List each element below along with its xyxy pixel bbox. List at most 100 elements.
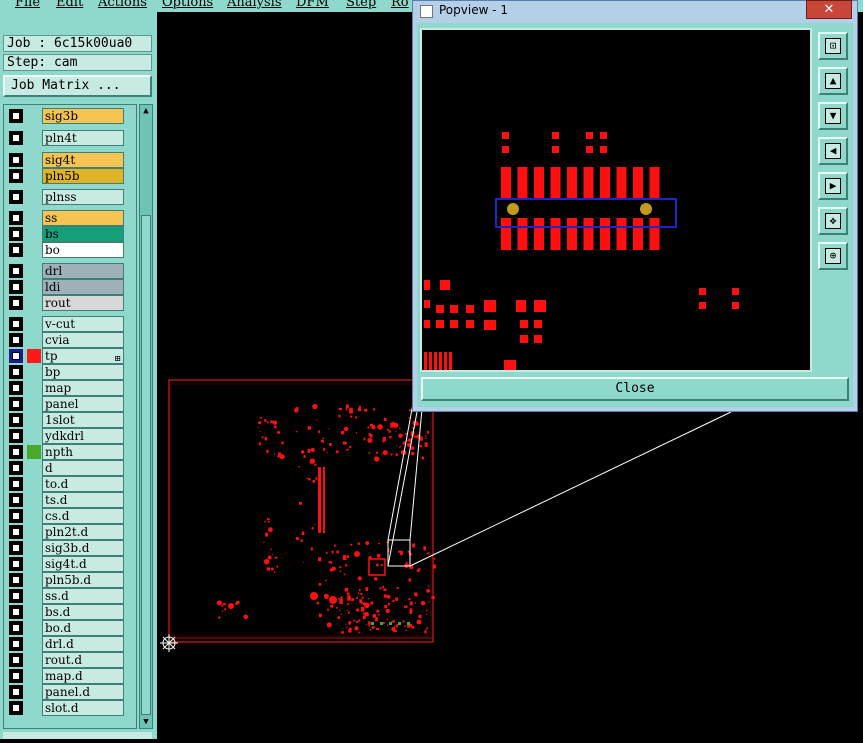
layer-row-ldi[interactable]: ldi [5,279,131,295]
layer-row-sig3b.d[interactable]: sig3b.d [5,540,131,556]
layer-checkbox[interactable] [9,381,23,395]
layer-row-to.d[interactable]: to.d [5,476,131,492]
layer-row-drl.d[interactable]: drl.d [5,636,131,652]
layer-checkbox[interactable] [9,461,23,475]
layer-name[interactable]: cvia [42,332,124,348]
layer-checkbox[interactable] [9,227,23,241]
layer-name[interactable]: pln2t.d [42,524,124,540]
layer-name[interactable]: pln5b.d [42,572,124,588]
layer-checkbox[interactable] [9,429,23,443]
layer-name[interactable]: sig3b.d [42,540,124,556]
layer-checkbox[interactable] [9,413,23,427]
tool-button[interactable]: ▲ [818,67,848,95]
layer-name[interactable]: panel.d [42,684,124,700]
layer-name[interactable]: map [42,380,124,396]
layer-checkbox[interactable] [9,685,23,699]
layer-name[interactable]: rout [42,295,124,311]
layer-checkbox[interactable] [9,589,23,603]
layer-checkbox[interactable] [9,477,23,491]
layer-row-cs.d[interactable]: cs.d [5,508,131,524]
layer-row-ss[interactable]: ss [5,210,131,226]
layer-checkbox[interactable] [9,264,23,278]
menu-actions[interactable]: Actions [98,0,147,10]
layer-name[interactable]: pln4t [42,130,124,146]
layer-name[interactable]: drl.d [42,636,124,652]
scroll-thumb[interactable] [141,215,151,715]
layer-checkbox[interactable] [9,653,23,667]
layer-name[interactable]: rout.d [42,652,124,668]
layer-row-ss.d[interactable]: ss.d [5,588,131,604]
layer-name[interactable]: ss.d [42,588,124,604]
layer-row-bp[interactable]: bp [5,364,131,380]
layer-name[interactable]: cs.d [42,508,124,524]
layer-row-1slot[interactable]: 1slot [5,412,131,428]
layer-list-scrollbar[interactable]: ▲ ▼ [139,104,153,729]
layer-row-plnss[interactable]: plnss [5,189,131,205]
menu-options[interactable]: Options [162,0,213,10]
layer-checkbox[interactable] [9,317,23,331]
layer-name[interactable]: drl [42,263,124,279]
layer-row-npth[interactable]: npth [5,444,131,460]
layer-checkbox[interactable] [9,131,23,145]
layer-row-slot.d[interactable]: slot.d [5,700,131,716]
tool-button[interactable]: ✥ [818,207,848,235]
layer-row-pln5b[interactable]: pln5b [5,168,131,184]
layer-row-pln5b.d[interactable]: pln5b.d [5,572,131,588]
menu-edit[interactable]: Edit [56,0,83,10]
layer-row-bo[interactable]: bo [5,242,131,258]
tool-button[interactable]: ◀ [818,137,848,165]
layer-row-drl[interactable]: drl [5,263,131,279]
layer-checkbox[interactable] [9,169,23,183]
layer-row-rout.d[interactable]: rout.d [5,652,131,668]
layer-checkbox[interactable] [9,541,23,555]
layer-row-map[interactable]: map [5,380,131,396]
layer-checkbox[interactable] [9,365,23,379]
layer-checkbox[interactable] [9,493,23,507]
layer-checkbox[interactable] [9,573,23,587]
tool-button[interactable]: ⊕ [818,242,848,270]
layer-name[interactable]: d [42,460,124,476]
layer-name[interactable]: v-cut [42,316,124,332]
job-matrix-button[interactable]: Job Matrix ... [3,75,152,97]
layer-checkbox[interactable] [9,557,23,571]
layer-name[interactable]: pln5b [42,168,124,184]
tool-button[interactable]: ▶ [818,172,848,200]
scroll-down-icon[interactable]: ▼ [140,716,152,728]
layer-checkbox[interactable] [9,509,23,523]
layer-row-sig4t[interactable]: sig4t [5,152,131,168]
layer-name[interactable]: ts.d [42,492,124,508]
layer-row-bs.d[interactable]: bs.d [5,604,131,620]
layer-color-swatch[interactable] [27,445,41,459]
layer-name[interactable]: sig4t [42,152,124,168]
layer-name[interactable]: npth [42,444,124,460]
layer-name[interactable]: panel [42,396,124,412]
layer-checkbox[interactable] [9,109,23,123]
layer-row-bo.d[interactable]: bo.d [5,620,131,636]
layer-checkbox[interactable] [9,211,23,225]
layer-checkbox[interactable] [9,605,23,619]
menu-analysis[interactable]: Analysis [227,0,282,10]
layer-row-bs[interactable]: bs [5,226,131,242]
layer-name[interactable]: bo [42,242,124,258]
layer-checkbox[interactable] [9,333,23,347]
popview-canvas[interactable] [420,28,812,372]
layer-color-swatch[interactable] [27,349,41,363]
layer-row-ydkdrl[interactable]: ydkdrl [5,428,131,444]
layer-name[interactable]: ss [42,210,124,226]
layer-row-sig4t.d[interactable]: sig4t.d [5,556,131,572]
scroll-up-icon[interactable]: ▲ [140,105,152,117]
layer-name[interactable]: ydkdrl [42,428,124,444]
tool-button[interactable]: ⊡ [818,32,848,60]
layer-row-tp[interactable]: tp ⊞ [5,348,131,364]
layer-name[interactable]: bo.d [42,620,124,636]
layer-checkbox[interactable] [9,525,23,539]
layer-row-d[interactable]: d [5,460,131,476]
layer-row-v-cut[interactable]: v-cut [5,316,131,332]
layer-checkbox[interactable] [9,397,23,411]
layer-row-pln2t.d[interactable]: pln2t.d [5,524,131,540]
layer-name[interactable]: bs.d [42,604,124,620]
layer-row-map.d[interactable]: map.d [5,668,131,684]
layer-checkbox[interactable] [9,190,23,204]
menu-ro[interactable]: Ro [391,0,409,10]
layer-name[interactable]: 1slot [42,412,124,428]
